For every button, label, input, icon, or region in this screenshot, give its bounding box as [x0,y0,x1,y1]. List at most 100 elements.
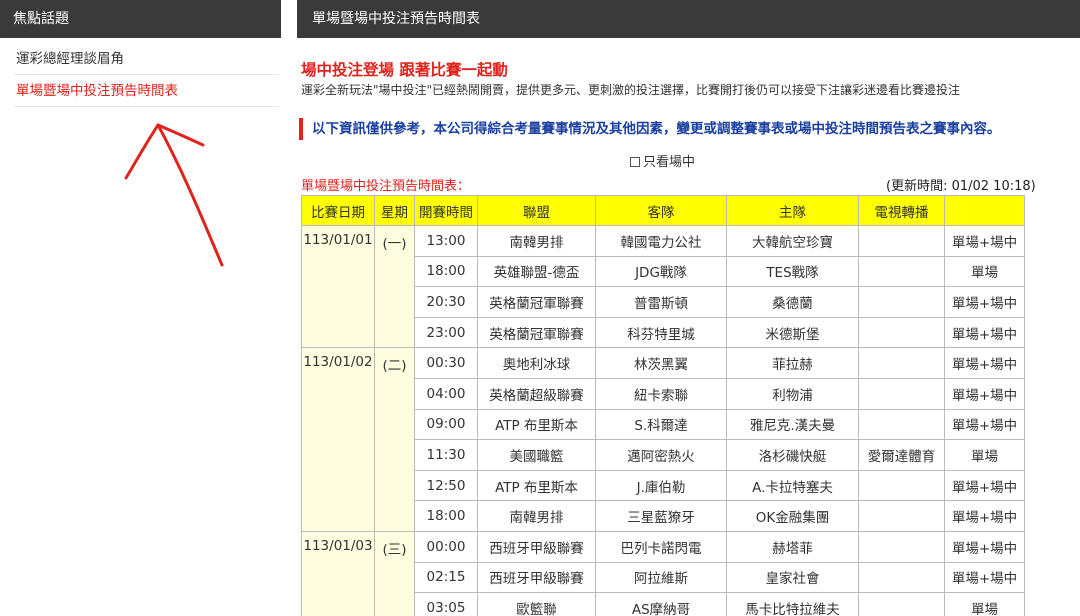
start-time-cell: 23:00 [414,316,478,349]
match-date-cell: 113/01/02 [301,347,375,532]
league-cell: 美國職籃 [477,439,596,471]
sidebar: 焦點話題 運彩總經理談眉角 單場暨場中投注預告時間表 [0,0,281,107]
league-cell: 英雄聯盟-德盃 [477,255,596,288]
home-team-cell: A.卡拉特塞夫 [726,469,859,502]
league-cell: 西班牙甲級聯賽 [477,530,596,563]
col-header-tv: 電視轉播 [858,195,945,226]
away-team-cell: JDG戰隊 [595,255,727,288]
table-row: 113/01/02 (二) 00:30 奧地利冰球 林茨黑翼 菲拉赫 單場+場中 [301,347,1025,532]
home-team-cell: TES戰隊 [726,255,859,288]
weekday-cell: (一) [374,224,415,349]
home-team-cell: 利物浦 [726,377,859,410]
away-team-cell: 三星藍獠牙 [595,500,727,532]
live-only-filter[interactable]: 只看場中 [630,151,695,170]
league-cell: 英格蘭冠軍聯賽 [477,316,596,349]
col-header-league: 聯盟 [477,195,596,226]
match-date-cell: 113/01/03 [301,530,375,616]
bet-type-cell: 單場+場中 [944,225,1025,257]
bet-type-cell: 單場+場中 [944,530,1025,563]
bet-type-cell: 單場+場中 [944,561,1025,594]
home-team-cell: 雅尼克.漢夫曼 [726,408,859,441]
start-time-cell: 09:00 [414,408,478,441]
tv-broadcast-cell [858,225,945,257]
promo-description: 運彩全新玩法"場中投注"已經熱鬧開賣，提供更多元、更刺激的投注選擇，比賽開打後仍… [301,83,961,97]
promo-title: 場中投注登場 跟著比賽一起動 [301,61,508,79]
home-team-cell: 馬卡比特拉維夫 [726,592,859,616]
col-header-time: 開賽時間 [414,195,478,226]
home-team-cell: 赫塔菲 [726,530,859,563]
league-cell: 歐籃聯 [477,592,596,616]
home-team-cell: 皇家社會 [726,561,859,594]
match-date-cell: 113/01/01 [301,224,375,349]
home-team-cell: 米德斯堡 [726,316,859,349]
league-cell: 南韓男排 [477,500,596,532]
away-team-cell: J.庫伯勒 [595,469,727,502]
bet-type-cell: 單場+場中 [944,377,1025,410]
tv-broadcast-cell [858,592,945,616]
bet-type-cell: 單場+場中 [944,316,1025,349]
bet-type-cell: 單場 [944,592,1025,616]
away-team-cell: 阿拉維斯 [595,561,727,594]
disclaimer-notice: 以下資訊僅供參考，本公司得綜合考量賽事情況及其他因素，變更或調整賽事表或場中投注… [299,118,1001,140]
table-title: 單場暨場中投注預告時間表： [301,179,471,194]
league-cell: ATP 布里斯本 [477,469,596,502]
league-cell: 南韓男排 [477,225,596,257]
away-team-cell: 邁阿密熱火 [595,439,727,471]
sidebar-header: 焦點話題 [0,0,281,38]
tv-broadcast-cell [858,500,945,532]
tv-broadcast-cell [858,347,945,379]
tv-broadcast-cell [858,377,945,410]
home-team-cell: 菲拉赫 [726,347,859,379]
tv-broadcast-cell [858,408,945,441]
tv-broadcast-cell [858,469,945,502]
main-header: 單場暨場中投注預告時間表 [297,0,1080,38]
away-team-cell: 韓國電力公社 [595,225,727,257]
col-header-home: 主隊 [726,195,859,226]
start-time-cell: 12:50 [414,469,478,502]
tv-broadcast-cell [858,561,945,594]
start-time-cell: 18:00 [414,255,478,288]
home-team-cell: 洛杉磯快艇 [726,439,859,471]
start-time-cell: 20:30 [414,286,478,318]
col-header-away: 客隊 [595,195,727,226]
table-row: 113/01/03 (三) 00:00 西班牙甲級聯賽 巴列卡諾閃電 赫塔菲 單場+場中 [301,530,1025,616]
tv-broadcast-cell [858,316,945,349]
sidebar-item-manager-talk[interactable]: 運彩總經理談眉角 [14,43,279,75]
start-time-cell: 18:00 [414,500,478,532]
tv-broadcast-cell [858,255,945,288]
bet-type-cell: 單場+場中 [944,500,1025,532]
col-header-date: 比賽日期 [301,195,375,226]
league-cell: ATP 布里斯本 [477,408,596,441]
start-time-cell: 00:00 [414,530,478,563]
start-time-cell: 00:30 [414,347,478,379]
away-team-cell: S.科爾達 [595,408,727,441]
start-time-cell: 11:30 [414,439,478,471]
bet-type-cell: 單場+場中 [944,347,1025,379]
main-panel: 單場暨場中投注預告時間表 場中投注登場 跟著比賽一起動 運彩全新玩法"場中投注"… [297,0,1080,616]
tv-broadcast-cell [858,286,945,318]
start-time-cell: 02:15 [414,561,478,594]
weekday-cell: (三) [374,530,415,616]
update-time: (更新時間: 01/02 10:18) [886,179,1036,194]
league-cell: 英格蘭超級聯賽 [477,377,596,410]
bet-type-cell: 單場+場中 [944,408,1025,441]
checkbox-icon[interactable] [630,157,640,167]
tv-broadcast-cell: 愛爾達體育 [858,439,945,471]
start-time-cell: 03:05 [414,592,478,616]
tv-broadcast-cell [858,530,945,563]
bet-type-cell: 單場 [944,439,1025,471]
away-team-cell: 紐卡索聯 [595,377,727,410]
live-only-label: 只看場中 [643,155,696,170]
away-team-cell: 巴列卡諾閃電 [595,530,727,563]
col-header-weekday: 星期 [374,195,415,226]
table-row: 113/01/01 (一) 13:00 南韓男排 韓國電力公社 大韓航空珍寶 單場+場中 [301,224,1025,349]
schedule-table: 比賽日期 星期 開賽時間 聯盟 客隊 主隊 電視轉播 113/01/01 (一) 1… [301,195,1025,616]
bet-type-cell: 單場+場中 [944,286,1025,318]
annotation-arrow-icon [124,123,224,267]
sidebar-item-schedule[interactable]: 單場暨場中投注預告時間表 [14,75,279,107]
bet-type-cell: 單場+場中 [944,469,1025,502]
away-team-cell: 科芬特里城 [595,316,727,349]
league-cell: 英格蘭冠軍聯賽 [477,286,596,318]
away-team-cell: AS摩納哥 [595,592,727,616]
weekday-cell: (二) [374,347,415,532]
